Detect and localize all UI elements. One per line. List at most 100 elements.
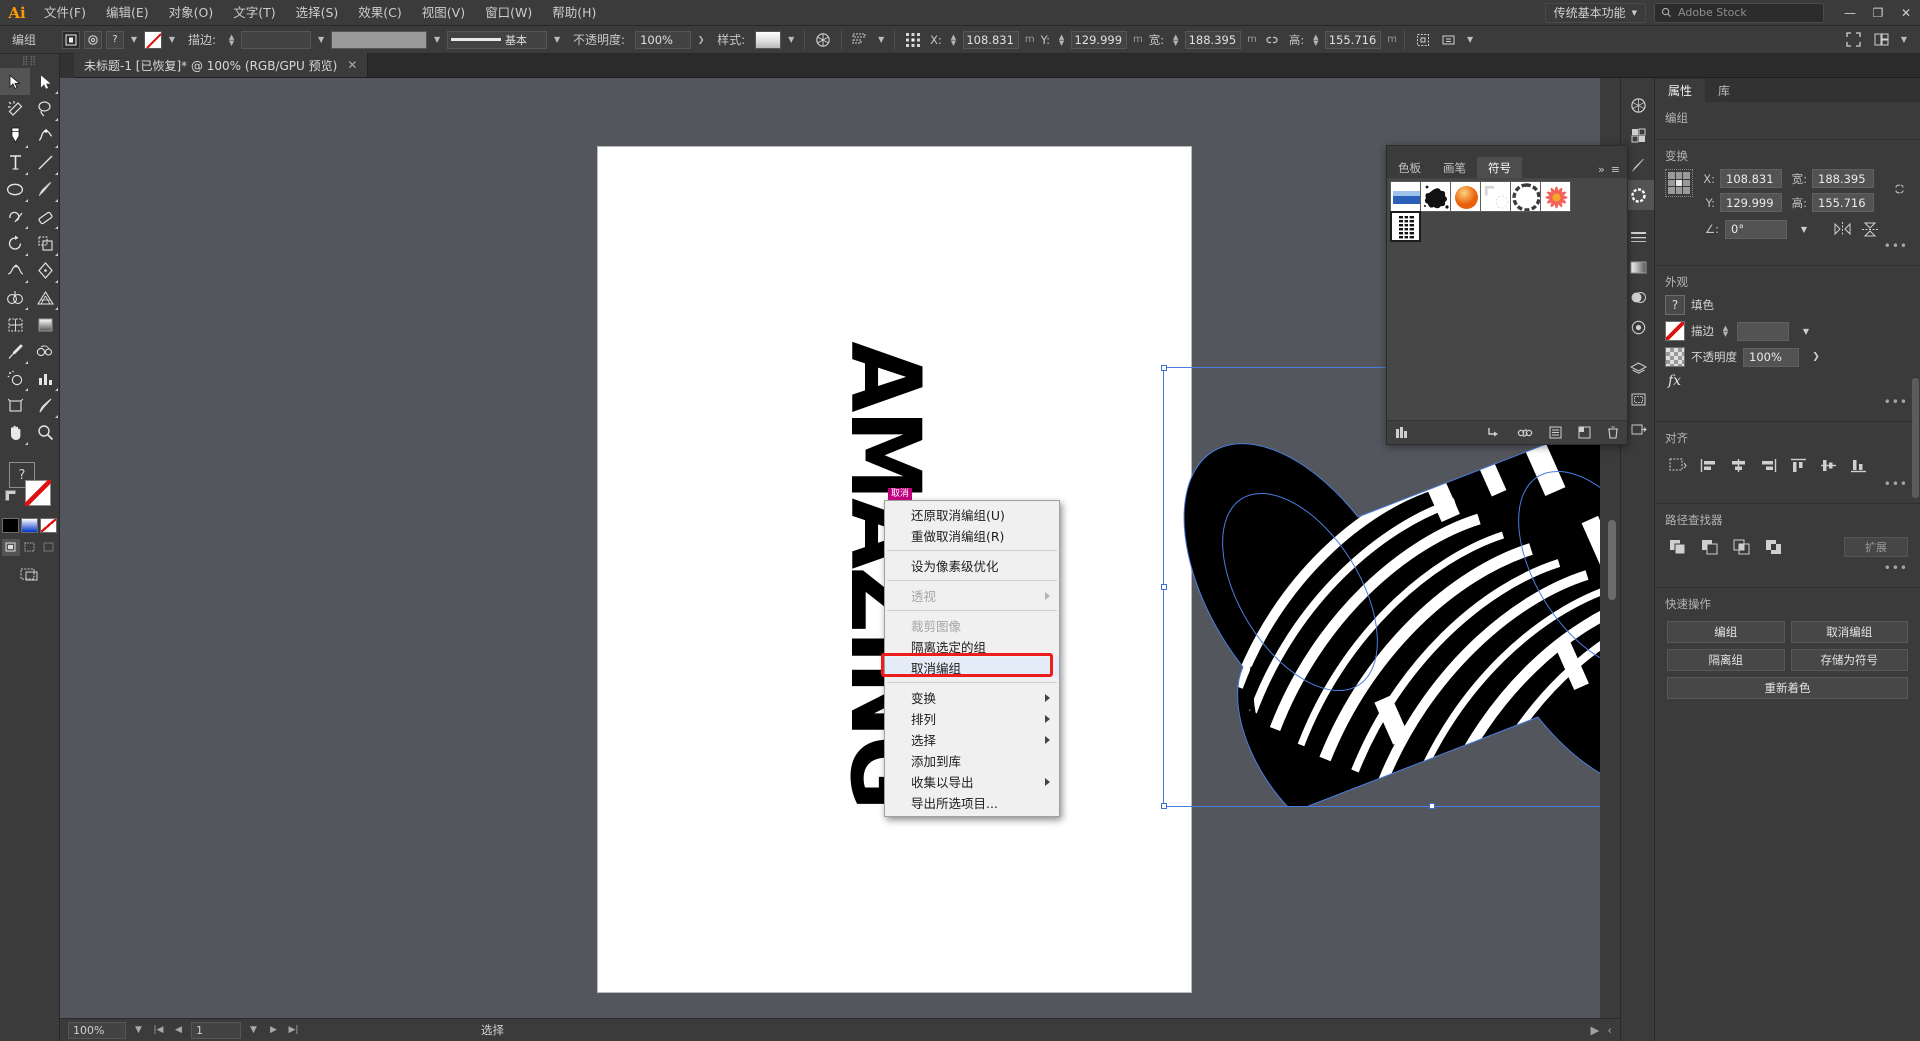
flip-vertical-icon[interactable] — [1859, 219, 1881, 239]
new-symbol-icon[interactable] — [1578, 426, 1591, 439]
target-icon[interactable] — [84, 31, 102, 49]
lasso-tool[interactable] — [30, 95, 60, 122]
restore-button[interactable]: ❐ — [1864, 0, 1892, 26]
draw-normal-icon[interactable] — [2, 539, 20, 556]
properties-tab-0[interactable]: 属性 — [1655, 79, 1705, 102]
stroke-weight-dropdown-icon[interactable]: ▼ — [315, 31, 327, 49]
opacity-field[interactable]: 100% — [635, 31, 691, 49]
stroke-color-swatch[interactable] — [25, 480, 51, 506]
menu-effect[interactable]: 效果(C) — [348, 0, 411, 26]
constrain-proportions-icon[interactable] — [1888, 179, 1910, 199]
break-link-icon[interactable] — [1517, 427, 1533, 439]
type-tool[interactable] — [0, 149, 30, 176]
draw-inside-icon[interactable] — [40, 539, 58, 556]
menu-help[interactable]: 帮助(H) — [542, 0, 606, 26]
color-mode-none-icon[interactable] — [40, 518, 57, 533]
y-field[interactable]: 129.999 — [1071, 31, 1127, 49]
more-options-icon[interactable] — [1438, 30, 1460, 50]
menu-view[interactable]: 视图(V) — [412, 0, 475, 26]
ctx-redo-ungroup[interactable]: 重做取消编组(R) — [885, 525, 1059, 546]
ctx-undo-ungroup[interactable]: 还原取消编组(U) — [885, 504, 1059, 525]
ctx-arrange[interactable]: 排列 — [885, 708, 1059, 729]
align-left-icon[interactable] — [1697, 455, 1719, 475]
close-button[interactable]: ✕ — [1892, 0, 1920, 26]
paintbrush-tool[interactable] — [30, 176, 60, 203]
graphic-style-swatch[interactable] — [755, 31, 781, 49]
align-bottom-icon[interactable] — [1847, 455, 1869, 475]
minimize-button[interactable]: — — [1836, 0, 1864, 26]
appearance-opacity-field[interactable]: 100% — [1743, 348, 1799, 367]
line-segment-tool[interactable] — [30, 149, 60, 176]
isolate-group-icon[interactable] — [62, 31, 80, 49]
angle-dropdown-icon[interactable]: ▼ — [1793, 219, 1815, 239]
stroke-color-preview[interactable] — [331, 31, 427, 49]
zoom-level-field[interactable]: 100% — [68, 1022, 126, 1039]
symbol-options-icon[interactable] — [1549, 426, 1562, 439]
transform-reference-point-icon[interactable] — [1665, 169, 1693, 197]
rotate-tool[interactable] — [0, 230, 30, 257]
transform-panel-icon[interactable] — [1412, 30, 1434, 50]
constrain-proportions-icon[interactable] — [1261, 30, 1283, 50]
align-center-vertical-icon[interactable] — [1817, 455, 1839, 475]
default-fill-stroke-icon[interactable] — [5, 490, 16, 501]
appearance-stroke-swatch[interactable] — [1665, 321, 1685, 341]
selection-handle[interactable] — [1161, 584, 1167, 590]
ctx-export-selection[interactable]: 导出所选项目... — [885, 792, 1059, 813]
status-expand-icon[interactable]: ‹ — [1607, 1023, 1612, 1037]
stroke-swatch[interactable] — [144, 31, 162, 49]
flip-horizontal-icon[interactable] — [1831, 219, 1853, 239]
fill-dropdown-icon[interactable]: ▼ — [128, 31, 140, 49]
menu-edit[interactable]: 编辑(E) — [96, 0, 159, 26]
menu-window[interactable]: 窗口(W) — [475, 0, 542, 26]
stroke-weight-field[interactable] — [241, 31, 311, 49]
symbol-orange-sphere[interactable] — [1450, 181, 1481, 212]
qa-group[interactable]: 编组 — [1667, 621, 1785, 643]
transform-height-field[interactable]: 155.716 — [1812, 193, 1874, 212]
ctx-add-to-library[interactable]: 添加到库 — [885, 750, 1059, 771]
width-stepper[interactable]: ▲▼ — [1170, 31, 1181, 49]
width-tool[interactable] — [0, 257, 30, 284]
symbol-amazing-artwork[interactable] — [1390, 211, 1421, 242]
ctx-ungroup[interactable]: 取消编组 — [885, 657, 1059, 678]
tools-panel-grip[interactable]: ⣿⣿ — [0, 54, 59, 68]
symbol-blue-gradient[interactable] — [1390, 181, 1421, 212]
transform-y-field[interactable]: 129.999 — [1720, 193, 1782, 212]
status-extra-controls[interactable]: ▶ ‹ — [1591, 1023, 1612, 1037]
symbols-panel-titlebar[interactable] — [1387, 146, 1627, 156]
appearance-more-options[interactable]: ••• — [1655, 395, 1920, 413]
stroke-weight-stepper[interactable]: ▲▼ — [226, 31, 237, 49]
properties-scrollbar-thumb[interactable] — [1912, 378, 1919, 498]
align-more-options[interactable]: ••• — [1655, 477, 1920, 495]
arrange-dropdown-icon[interactable]: ▼ — [1898, 31, 1910, 49]
symbols-panel-tab-1[interactable]: 画笔 — [1432, 157, 1477, 178]
ctx-isolate-selected-group[interactable]: 隔离选定的组 — [885, 636, 1059, 657]
zoom-dropdown-icon[interactable]: ▼ — [131, 1022, 146, 1039]
align-top-icon[interactable] — [1787, 455, 1809, 475]
qa-isolate-group[interactable]: 隔离组 — [1667, 649, 1785, 671]
artboard-tool[interactable] — [0, 392, 30, 419]
menu-select[interactable]: 选择(S) — [286, 0, 349, 26]
magic-wand-tool[interactable] — [0, 95, 30, 122]
x-field[interactable]: 108.831 — [963, 31, 1019, 49]
stock-search-input[interactable]: Adobe Stock — [1654, 3, 1824, 23]
height-stepper[interactable]: ▲▼ — [1310, 31, 1321, 49]
collapse-panel-icon[interactable]: » — [1598, 163, 1605, 176]
gradient-tool[interactable] — [30, 311, 60, 338]
align-options-icon[interactable] — [849, 30, 871, 50]
next-artboard-button[interactable]: ▶ — [266, 1022, 281, 1039]
fx-icon[interactable]: fx — [1665, 373, 1681, 389]
last-artboard-button[interactable]: ▶| — [286, 1022, 301, 1039]
recolor-artwork-icon[interactable] — [812, 30, 834, 50]
align-to-selection-icon[interactable] — [1667, 455, 1689, 475]
pathfinder-more-options[interactable]: ••• — [1655, 561, 1920, 579]
blend-tool[interactable] — [30, 338, 60, 365]
height-field[interactable]: 155.716 — [1325, 31, 1381, 49]
transform-reference-icon[interactable] — [902, 30, 924, 50]
eraser-tool[interactable] — [30, 203, 60, 230]
y-stepper[interactable]: ▲▼ — [1056, 31, 1067, 49]
direct-selection-tool[interactable] — [30, 68, 60, 95]
artboard-number-field[interactable]: 1 — [191, 1022, 241, 1039]
pathfinder-unite-icon[interactable] — [1667, 537, 1689, 557]
color-mode-color-icon[interactable] — [2, 518, 19, 533]
change-screen-mode-icon[interactable] — [17, 564, 43, 584]
